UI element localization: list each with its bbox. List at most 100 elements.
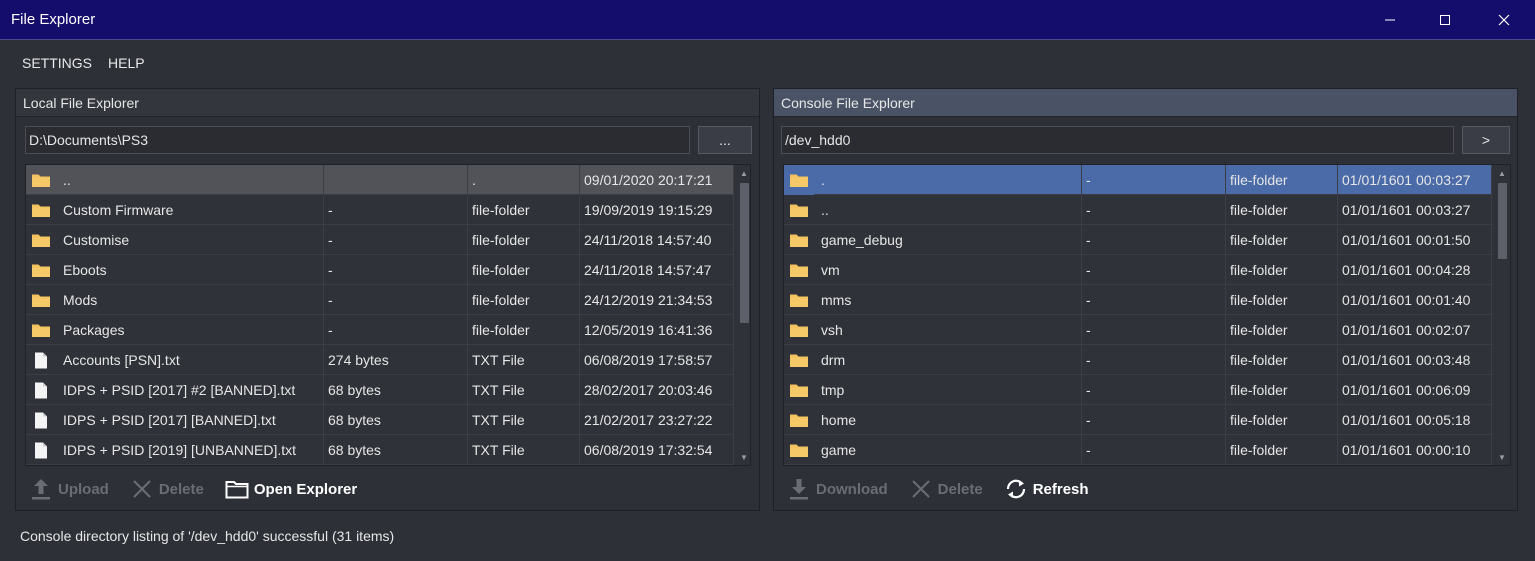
- scroll-thumb[interactable]: [1498, 183, 1507, 259]
- table-row[interactable]: Packages - file-folder 12/05/2019 16:41:36: [26, 315, 734, 345]
- name-cell: drm: [784, 345, 1082, 375]
- name-cell: Packages: [26, 315, 324, 345]
- folder-icon: [784, 405, 814, 435]
- table-row[interactable]: home - file-folder 01/01/1601 00:05:18: [784, 405, 1492, 435]
- table-row[interactable]: . - file-folder 01/01/1601 00:03:27: [784, 165, 1492, 195]
- file-type: file-folder: [1226, 405, 1338, 435]
- file-size: -: [1082, 195, 1226, 225]
- file-size: -: [1082, 165, 1226, 195]
- file-size: -: [1082, 375, 1226, 405]
- file-type: file-folder: [1226, 435, 1338, 465]
- vertical-scrollbar[interactable]: ▲ ▼: [1494, 165, 1510, 465]
- table-row[interactable]: drm - file-folder 01/01/1601 00:03:48: [784, 345, 1492, 375]
- refresh-icon: [1003, 476, 1029, 502]
- action-label: Upload: [58, 480, 109, 498]
- file-date: 01/01/1601 00:03:48: [1338, 345, 1492, 375]
- table-row[interactable]: game - file-folder 01/01/1601 00:00:10: [784, 435, 1492, 465]
- table-row[interactable]: Custom Firmware - file-folder 19/09/2019 19…: [26, 195, 734, 225]
- download-button[interactable]: Download: [786, 476, 888, 502]
- local-file-table[interactable]: ... 09/01/2020 20:17:21 Custom Firmware - fi…: [25, 164, 751, 466]
- delete-icon: [129, 476, 155, 502]
- scroll-up-arrow-icon[interactable]: ▲: [736, 165, 750, 181]
- table-row[interactable]: .. - file-folder 01/01/1601 00:03:27: [784, 195, 1492, 225]
- file-type: file-folder: [468, 315, 580, 345]
- file-icon: [26, 405, 56, 435]
- table-row[interactable]: game_debug - file-folder 01/01/1601 00:01:5…: [784, 225, 1492, 255]
- console-go-button[interactable]: >: [1462, 126, 1510, 154]
- file-icon: [26, 435, 56, 465]
- local-path-input[interactable]: [25, 126, 690, 154]
- file-name: game: [821, 442, 857, 458]
- file-type: file-folder: [1226, 225, 1338, 255]
- folder-icon: [784, 315, 814, 345]
- vertical-scrollbar[interactable]: ▲ ▼: [736, 165, 750, 465]
- minimize-icon: [1385, 19, 1395, 21]
- folder-icon: [784, 435, 814, 465]
- delete-button[interactable]: Delete: [908, 476, 983, 502]
- file-size: -: [324, 225, 468, 255]
- file-size: -: [1082, 255, 1226, 285]
- table-row[interactable]: Eboots - file-folder 24/11/2018 14:57:47: [26, 255, 734, 285]
- table-row[interactable]: Accounts [PSN].txt 274 bytes TXT File 06/08…: [26, 345, 734, 375]
- file-size: -: [1082, 225, 1226, 255]
- open-explorer-button[interactable]: Open Explorer: [224, 476, 357, 502]
- scroll-thumb[interactable]: [740, 183, 749, 323]
- table-row[interactable]: Customise - file-folder 24/11/2018 14:57:40: [26, 225, 734, 255]
- console-path-input[interactable]: [781, 126, 1454, 154]
- file-name: Customise: [63, 232, 130, 248]
- table-row[interactable]: vm - file-folder 01/01/1601 00:04:28: [784, 255, 1492, 285]
- file-name: IDPS + PSID [2019] [UNBANNED].txt: [63, 442, 297, 458]
- local-browse-button[interactable]: ...: [698, 126, 752, 154]
- table-row[interactable]: IDPS + PSID [2019] [UNBANNED].txt 68 byte…: [26, 435, 734, 465]
- action-label: Refresh: [1032, 480, 1089, 498]
- file-date: 12/05/2019 16:41:36: [580, 315, 734, 345]
- table-row[interactable]: IDPS + PSID [2017] [BANNED].txt 68 bytes T…: [26, 405, 734, 435]
- console-actions-bar: Download Delete Refresh: [786, 476, 1109, 502]
- file-type: file-folder: [1226, 165, 1338, 195]
- folder-icon: [26, 255, 56, 285]
- scroll-down-arrow-icon[interactable]: ▼: [736, 449, 750, 465]
- local-file-explorer-panel: Local File Explorer ... ...09/01/2020 20…: [15, 88, 760, 511]
- name-cell: Mods: [26, 285, 324, 315]
- menu-settings[interactable]: SETTINGS: [22, 55, 92, 71]
- name-cell: ..: [26, 165, 324, 195]
- file-name: game_debug: [821, 232, 903, 248]
- file-name: ..: [63, 172, 71, 188]
- upload-button[interactable]: Upload: [28, 476, 109, 502]
- menu-help[interactable]: HELP: [108, 55, 145, 71]
- delete-button[interactable]: Delete: [129, 476, 204, 502]
- minimize-button[interactable]: [1362, 0, 1418, 40]
- file-name: Packages: [63, 322, 125, 338]
- file-type: file-folder: [468, 225, 580, 255]
- file-size: -: [1082, 285, 1226, 315]
- refresh-button[interactable]: Refresh: [1003, 476, 1089, 502]
- folder-icon: [784, 285, 814, 315]
- file-date: 01/01/1601 00:00:10: [1338, 435, 1492, 465]
- folder-icon: [784, 255, 814, 285]
- window-title: File Explorer: [11, 11, 96, 28]
- table-row[interactable]: Mods - file-folder 24/12/2019 21:34:53: [26, 285, 734, 315]
- table-row[interactable]: mms - file-folder 01/01/1601 00:01:40: [784, 285, 1492, 315]
- close-button[interactable]: [1476, 0, 1532, 40]
- scroll-down-arrow-icon[interactable]: ▼: [1494, 449, 1510, 465]
- file-date: 01/01/1601 00:06:09: [1338, 375, 1492, 405]
- console-file-explorer-panel: Console File Explorer > .-file-folder01/…: [773, 88, 1518, 511]
- file-name: vm: [821, 262, 840, 278]
- console-file-table[interactable]: . - file-folder 01/01/1601 00:03:27.. - file-…: [783, 164, 1511, 466]
- file-date: 01/01/1601 00:05:18: [1338, 405, 1492, 435]
- name-cell: game: [784, 435, 1082, 465]
- table-row[interactable]: vsh - file-folder 01/01/1601 00:02:07: [784, 315, 1492, 345]
- table-row[interactable]: IDPS + PSID [2017] #2 [BANNED].txt 68 byt…: [26, 375, 734, 405]
- action-label: Delete: [158, 480, 204, 498]
- table-row[interactable]: ... 09/01/2020 20:17:21: [26, 165, 734, 195]
- file-type: file-folder: [1226, 375, 1338, 405]
- scroll-up-arrow-icon[interactable]: ▲: [1494, 165, 1510, 181]
- file-type: file-folder: [1226, 345, 1338, 375]
- file-date: 09/01/2020 20:17:21: [580, 165, 734, 195]
- table-row[interactable]: tmp - file-folder 01/01/1601 00:06:09: [784, 375, 1492, 405]
- file-name: mms: [821, 292, 852, 308]
- file-size: -: [1082, 315, 1226, 345]
- maximize-button[interactable]: [1417, 0, 1473, 40]
- action-label: Open Explorer: [253, 480, 358, 498]
- folder-icon: [784, 195, 814, 225]
